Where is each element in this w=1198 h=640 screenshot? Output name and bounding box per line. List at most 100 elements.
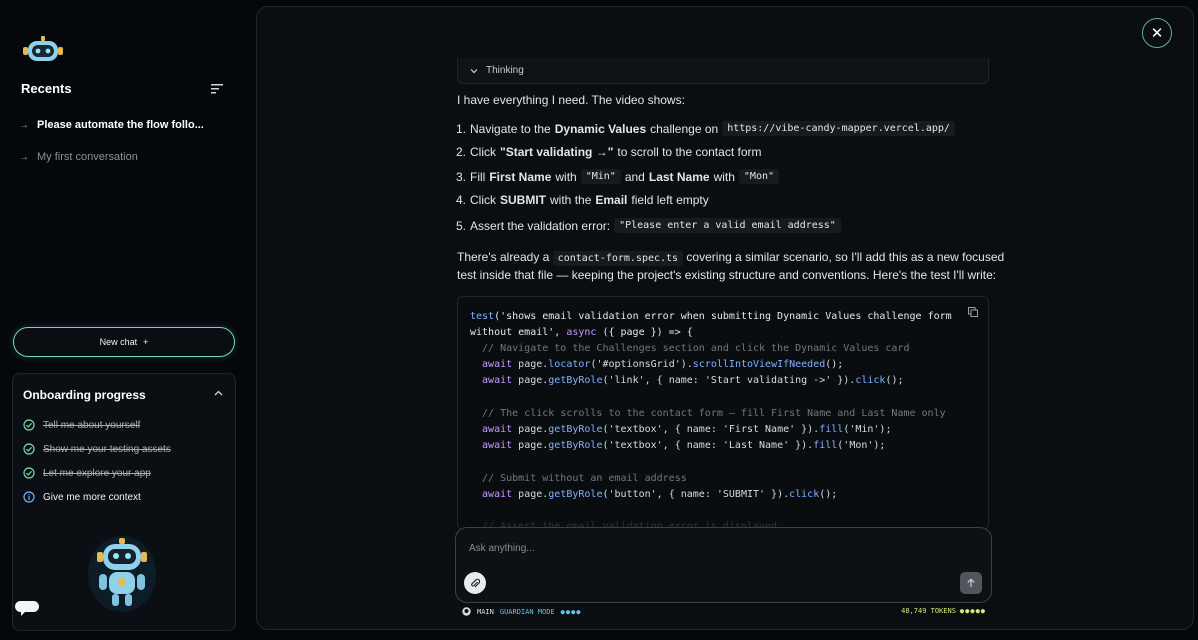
step-strong: SUBMIT [500,193,547,207]
step-text: with [555,169,577,184]
code-line: test('shows email validation error when … [470,311,952,322]
new-chat-button[interactable]: New chat + [13,327,235,357]
step-text: and [624,169,645,184]
recent-item-label: My first conversation [37,151,138,163]
code-token: test [470,311,495,322]
attach-button[interactable] [464,572,486,594]
onboarding-panel: Onboarding progress Tell me about yourse… [12,373,236,631]
code-token: (); [825,359,844,370]
onboarding-item[interactable]: Show me your testing assets [23,443,171,455]
arrow-up-icon [967,578,975,587]
paperclip-icon [471,578,480,587]
code-token: ('#optionsGrid'). [590,359,693,370]
code-token: page. [512,440,549,451]
new-chat-label: New chat [99,337,138,347]
code-token: page. [512,375,549,386]
message-intro: I have everything I need. The video show… [457,93,685,107]
onboarding-item-label: Let me explore your app [43,467,151,479]
code-token: getByRole [548,424,603,435]
step-number: 3. [456,169,467,184]
mode-dots: ●●●● [560,607,582,616]
code-token: scrollIntoViewIfNeeded [692,359,826,370]
mode-label: GUARDIAN MODE [499,607,555,616]
step-text: to scroll to the contact form [617,145,762,159]
onboarding-item-label: Show me your testing assets [43,443,171,455]
composer [455,527,992,603]
file-code: contact-form.spec.ts [552,251,684,266]
recent-item-label: Please automate the flow follo... [37,119,204,131]
step-text: Click [470,193,497,207]
code-token: ({ page }) => { [596,327,693,338]
thinking-label: Thinking [486,65,524,76]
step-item: 2. Click "Start validating →" to scroll … [456,145,761,159]
code-token: (); [819,489,838,500]
copy-icon[interactable] [968,307,978,317]
recents-title: Recents [21,81,72,96]
code-token: locator [548,359,591,370]
paragraph-text: covering a similar scenario, so I'll add… [683,250,1005,264]
recent-item[interactable]: → Please automate the flow follo... [19,119,204,131]
step-item: 5. Assert the validation error: "Please … [456,218,841,233]
send-button[interactable] [960,572,982,594]
url-code: https://vibe-candy-mapper.vercel.app/ [722,121,955,136]
tokens-label: 48,749 TOKENS [901,607,956,615]
code-token: page. [512,489,549,500]
code-line: await page.getByRole('textbox', { name: … [470,424,891,435]
onboarding-item-label: Give me more context [43,491,141,503]
code-block: test('shows email validation error when … [457,296,989,530]
chat-bubble-icon[interactable] [12,598,42,618]
robot-mascot-icon [88,536,156,612]
check-circle-icon [23,443,35,455]
code-token: getByRole [548,440,603,451]
code-token: without email', [470,327,567,338]
github-icon [462,607,471,616]
step-text: Assert the validation error: [470,218,611,233]
code-token: await [470,375,513,386]
step-strong: "Start validating →" [500,145,614,159]
message-paragraph-line: test inside that file — keeping the proj… [457,268,997,282]
arrow-right-icon: → [19,151,29,163]
code-token: fill [813,440,838,451]
thinking-toggle[interactable]: Thinking [457,58,989,84]
onboarding-item[interactable]: Tell me about yourself [23,419,140,431]
recent-item[interactable]: → My first conversation [19,151,138,163]
code-token: async [566,327,597,338]
onboarding-item[interactable]: Give me more context [23,491,141,503]
value-code: "Mon" [738,169,780,184]
step-strong: Email [595,193,628,207]
code-token: getByRole [548,375,603,386]
code-token: page. [512,424,549,435]
step-item: 3. Fill First Name with "Min" and Last N… [456,169,780,184]
check-circle-icon [23,467,35,479]
status-right: 48,749 TOKENS ●●●●● [901,607,986,615]
check-circle-icon [23,419,35,431]
step-text: field left empty [631,193,709,207]
close-button[interactable]: ✕ [1142,18,1172,48]
code-comment: // Submit without an email address [470,473,687,484]
code-token: getByRole [548,489,603,500]
onboarding-item[interactable]: Let me explore your app [23,467,151,479]
close-icon: ✕ [1150,25,1164,42]
code-line: without email', async ({ page }) => { [470,327,693,338]
info-circle-icon [23,491,35,503]
code-token: click [789,489,820,500]
code-line: await page.getByRole('textbox', { name: … [470,440,885,451]
chevron-up-icon[interactable] [214,390,223,396]
code-token: ('Min'); [843,424,892,435]
sort-icon[interactable] [211,84,223,94]
step-text: Click [470,145,497,159]
code-token: (); [885,375,904,386]
ask-input[interactable] [469,540,969,556]
code-token: ('link', { name: 'Start validating ->' }… [602,375,856,386]
branch-label: MAIN [477,607,494,616]
code-token: ('Mon'); [837,440,886,451]
sidebar: Recents → Please automate the flow follo… [0,0,250,640]
robot-logo-icon[interactable] [22,34,64,66]
code-token: await [470,424,513,435]
plus-icon: + [143,337,149,347]
paragraph-text: There's already a [457,250,553,264]
onboarding-item-label: Tell me about yourself [43,419,141,431]
arrow-right-icon: → [19,119,29,131]
step-text: challenge on [650,121,719,136]
step-number: 2. [456,145,467,159]
